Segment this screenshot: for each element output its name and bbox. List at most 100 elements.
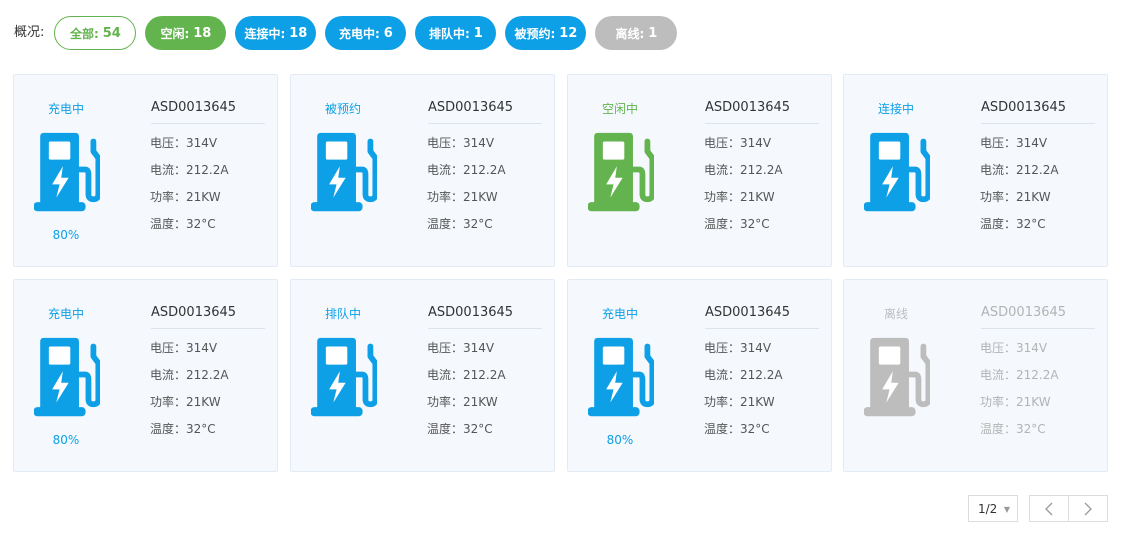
- current-value: 电流：212.2A: [980, 368, 1059, 382]
- pill-count: 18: [289, 25, 308, 41]
- divider: [428, 328, 542, 329]
- charger-card[interactable]: 充电中 80% ASD0013645 电压：314V 电流：212.2A 功率：21KW 温…: [13, 279, 278, 472]
- current-value: 电流：212.2A: [427, 163, 506, 177]
- charger-status: 充电中: [601, 307, 638, 321]
- filter-reserved-pill[interactable]: 被预约: 12: [505, 16, 587, 50]
- charge-percent: 80%: [52, 433, 80, 447]
- power-value: 功率：21KW: [150, 190, 221, 204]
- charger-status: 空闲中: [601, 102, 638, 116]
- divider: [151, 123, 265, 124]
- charge-percent: 80%: [52, 228, 80, 242]
- charger-id: ASD0013645: [428, 305, 514, 320]
- power-value: 功率：21KW: [704, 395, 775, 409]
- charger-id: ASD0013645: [705, 305, 791, 320]
- pill-count: 54: [102, 25, 121, 41]
- charging-station-icon: [34, 330, 100, 424]
- filter-all-pill[interactable]: 全部: 54: [54, 16, 137, 50]
- current-value: 电流：212.2A: [150, 368, 229, 382]
- current-value: 电流：212.2A: [150, 163, 229, 177]
- current-value: 电流：212.2A: [980, 163, 1059, 177]
- voltage-value: 电压：314V: [704, 136, 772, 150]
- charging-station-icon: [311, 330, 377, 424]
- charger-card[interactable]: 被预约 ASD0013645 电压：314V 电流：212.2A 功率：21KW 温度：3…: [290, 74, 555, 267]
- charger-id: ASD0013645: [151, 305, 237, 320]
- caret-down-icon: ▼: [1003, 505, 1010, 514]
- pill-label: 连接中:: [244, 26, 286, 41]
- temperature-value: 温度：32°C: [704, 422, 770, 436]
- power-value: 功率：21KW: [980, 190, 1051, 204]
- filter-queued-pill[interactable]: 排队中: 1: [415, 16, 497, 50]
- power-value: 功率：21KW: [704, 190, 775, 204]
- charger-card[interactable]: 充电中 80% ASD0013645 电压：314V 电流：212.2A 功率：21KW 温…: [567, 279, 832, 472]
- pill-label: 充电中:: [338, 26, 380, 41]
- temperature-value: 温度：32°C: [150, 422, 216, 436]
- power-value: 功率：21KW: [980, 395, 1051, 409]
- charging-station-icon: [864, 330, 930, 424]
- charger-status: 充电中: [47, 102, 84, 116]
- charger-card[interactable]: 充电中 80% ASD0013645 电压：314V 电流：212.2A 功率：21KW 温…: [13, 74, 278, 267]
- page-indicator: 1/2: [978, 501, 998, 516]
- filter-connecting-pill[interactable]: 连接中: 18: [235, 16, 317, 50]
- charging-station-icon: [311, 125, 377, 219]
- charger-card[interactable]: 空闲中 ASD0013645 电压：314V 电流：212.2A 功率：21KW 温度：3…: [567, 74, 832, 267]
- power-value: 功率：21KW: [427, 190, 498, 204]
- prev-page-button[interactable]: [1029, 495, 1069, 522]
- power-value: 功率：21KW: [150, 395, 221, 409]
- charger-id: ASD0013645: [981, 305, 1067, 320]
- chevron-right-icon: [1084, 502, 1092, 515]
- pill-count: 12: [559, 25, 578, 41]
- charger-status: 离线: [883, 307, 908, 321]
- divider: [428, 123, 542, 124]
- charger-card[interactable]: 离线 ASD0013645 电压：314V 电流：212.2A 功率：21KW 温度：32…: [843, 279, 1108, 472]
- divider: [981, 123, 1095, 124]
- voltage-value: 电压：314V: [427, 136, 495, 150]
- pill-label: 被预约:: [514, 26, 556, 41]
- voltage-value: 电压：314V: [704, 341, 772, 355]
- charger-status: 排队中: [324, 307, 361, 321]
- pill-label: 离线:: [615, 26, 645, 41]
- divider: [705, 328, 819, 329]
- current-value: 电流：212.2A: [704, 368, 783, 382]
- temperature-value: 温度：32°C: [427, 217, 493, 231]
- charger-id: ASD0013645: [151, 100, 237, 115]
- charger-card[interactable]: 连接中 ASD0013645 电压：314V 电流：212.2A 功率：21KW 温度：3…: [843, 74, 1108, 267]
- divider: [705, 123, 819, 124]
- voltage-value: 电压：314V: [150, 341, 218, 355]
- charging-station-icon: [34, 125, 100, 219]
- chevron-left-icon: [1045, 502, 1053, 515]
- filter-offline-pill[interactable]: 离线: 1: [595, 16, 678, 50]
- charger-id: ASD0013645: [705, 100, 791, 115]
- charging-station-icon: [864, 125, 930, 219]
- filter-charging-pill[interactable]: 充电中: 6: [325, 16, 407, 50]
- charger-status: 连接中: [877, 102, 914, 116]
- page-select[interactable]: 1/2 ▼: [968, 495, 1018, 522]
- charge-percent: 80%: [606, 433, 634, 447]
- temperature-value: 温度：32°C: [427, 422, 493, 436]
- divider: [981, 328, 1095, 329]
- charging-station-icon: [588, 125, 654, 219]
- voltage-value: 电压：314V: [980, 341, 1048, 355]
- pill-label: 空闲:: [160, 26, 190, 41]
- divider: [151, 328, 265, 329]
- voltage-value: 电压：314V: [150, 136, 218, 150]
- temperature-value: 温度：32°C: [150, 217, 216, 231]
- next-page-button[interactable]: [1068, 495, 1108, 522]
- temperature-value: 温度：32°C: [704, 217, 770, 231]
- filter-idle-pill[interactable]: 空闲: 18: [145, 16, 227, 50]
- pill-label: 排队中:: [428, 26, 470, 41]
- pill-count: 18: [193, 25, 212, 41]
- current-value: 电流：212.2A: [704, 163, 783, 177]
- charger-status: 充电中: [47, 307, 84, 321]
- charger-id: ASD0013645: [428, 100, 514, 115]
- pill-count: 1: [648, 25, 658, 41]
- current-value: 电流：212.2A: [427, 368, 506, 382]
- pill-label: 全部:: [69, 26, 99, 41]
- temperature-value: 温度：32°C: [980, 217, 1046, 231]
- voltage-value: 电压：314V: [980, 136, 1048, 150]
- filter-label: 概况:: [14, 24, 45, 40]
- voltage-value: 电压：314V: [427, 341, 495, 355]
- charger-status: 被预约: [324, 102, 361, 116]
- temperature-value: 温度：32°C: [980, 422, 1046, 436]
- pill-count: 1: [473, 25, 483, 41]
- charger-card[interactable]: 排队中 ASD0013645 电压：314V 电流：212.2A 功率：21KW 温度：3…: [290, 279, 555, 472]
